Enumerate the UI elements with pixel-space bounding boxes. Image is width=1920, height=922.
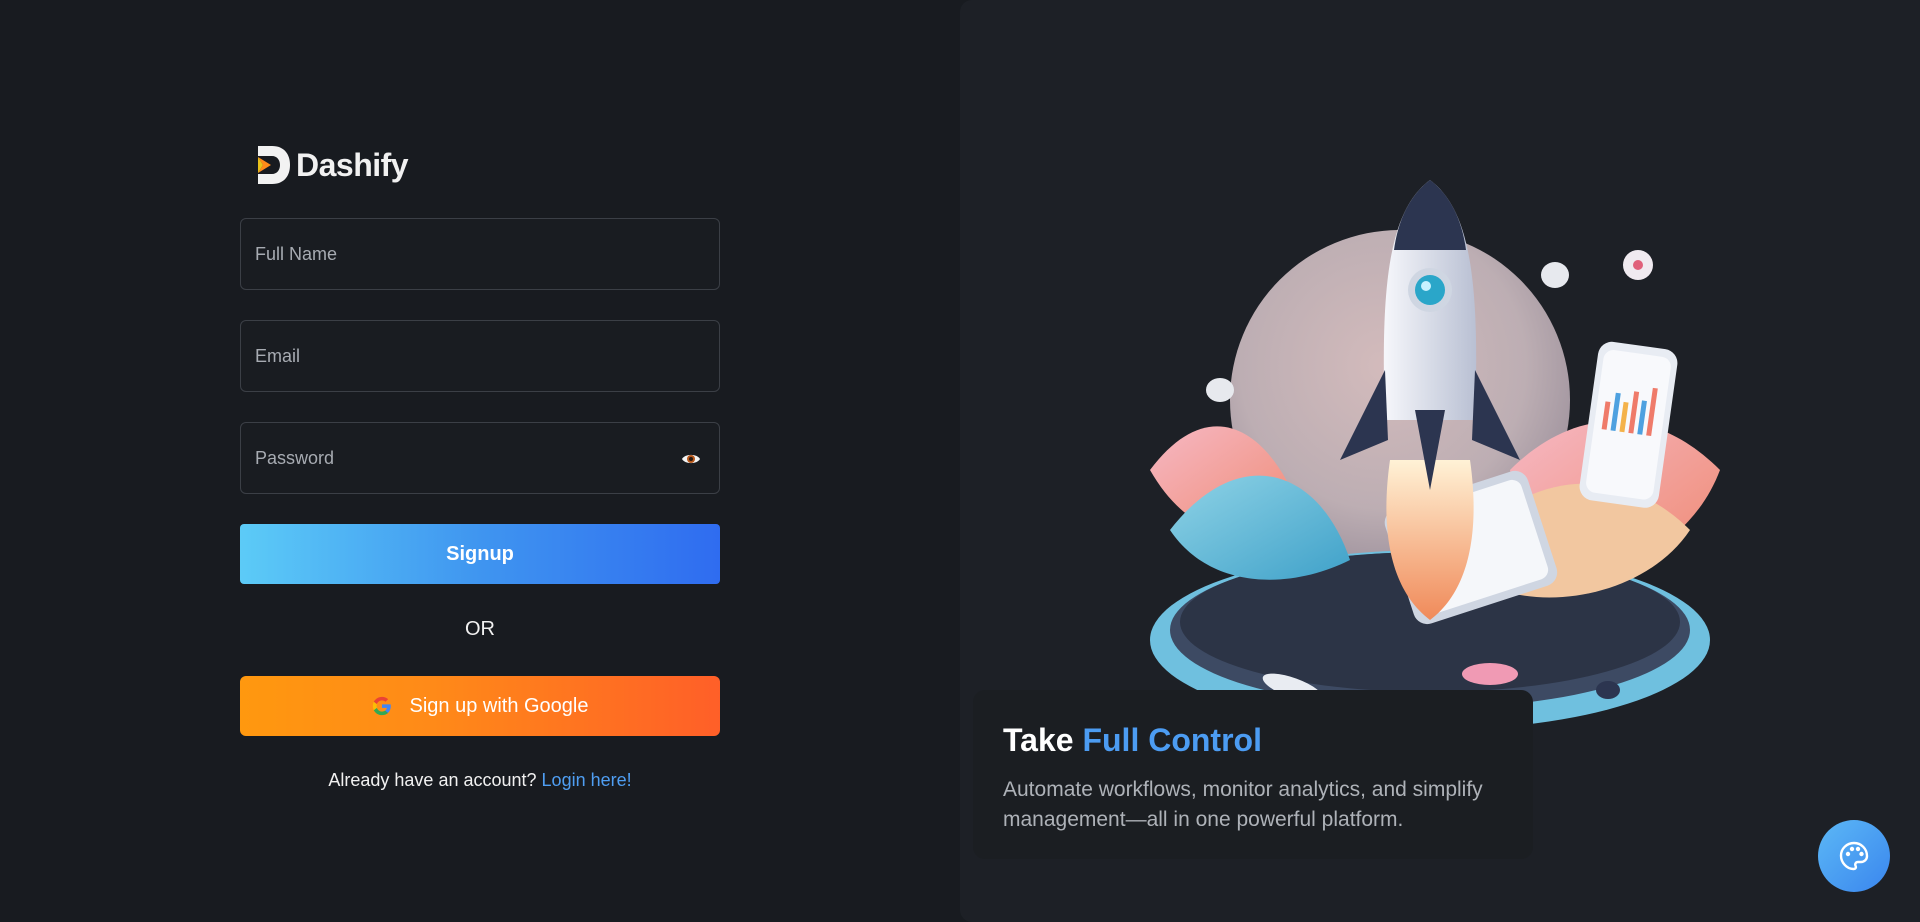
hero-title: Take Full Control	[1003, 722, 1503, 759]
dashify-logo-icon	[258, 146, 290, 184]
palette-icon	[1839, 841, 1869, 871]
login-link[interactable]: Login here!	[542, 770, 632, 790]
rocket-illustration	[1150, 180, 1720, 730]
signup-form: Dashify Signup OR Sign up wi	[240, 140, 720, 791]
hero-caption: Take Full Control Automate workflows, mo…	[973, 690, 1533, 859]
full-name-field	[240, 218, 720, 290]
hero-title-prefix: Take	[1003, 722, 1083, 758]
eye-icon[interactable]	[681, 449, 701, 469]
or-divider: OR	[465, 618, 495, 640]
theme-palette-button[interactable]	[1818, 820, 1890, 892]
google-icon	[373, 696, 392, 716]
hero-description: Automate workflows, monitor analytics, a…	[1003, 778, 1483, 831]
brand: Dashify	[254, 140, 720, 190]
password-field	[240, 422, 720, 494]
signup-panel: Dashify Signup OR Sign up wi	[0, 0, 960, 922]
brand-name: Dashify	[296, 146, 409, 183]
email-field	[240, 320, 720, 392]
google-signup-button[interactable]: Sign up with Google	[240, 676, 720, 736]
signup-button[interactable]: Signup	[240, 524, 720, 584]
hero-title-accent: Full Control	[1082, 722, 1262, 758]
google-signup-label: Sign up with Google	[409, 694, 589, 717]
login-row: Already have an account? Login here!	[240, 770, 720, 791]
full-name-input[interactable]	[241, 219, 719, 289]
email-input[interactable]	[241, 321, 719, 391]
login-prompt: Already have an account?	[328, 770, 537, 790]
password-input[interactable]	[241, 423, 719, 493]
